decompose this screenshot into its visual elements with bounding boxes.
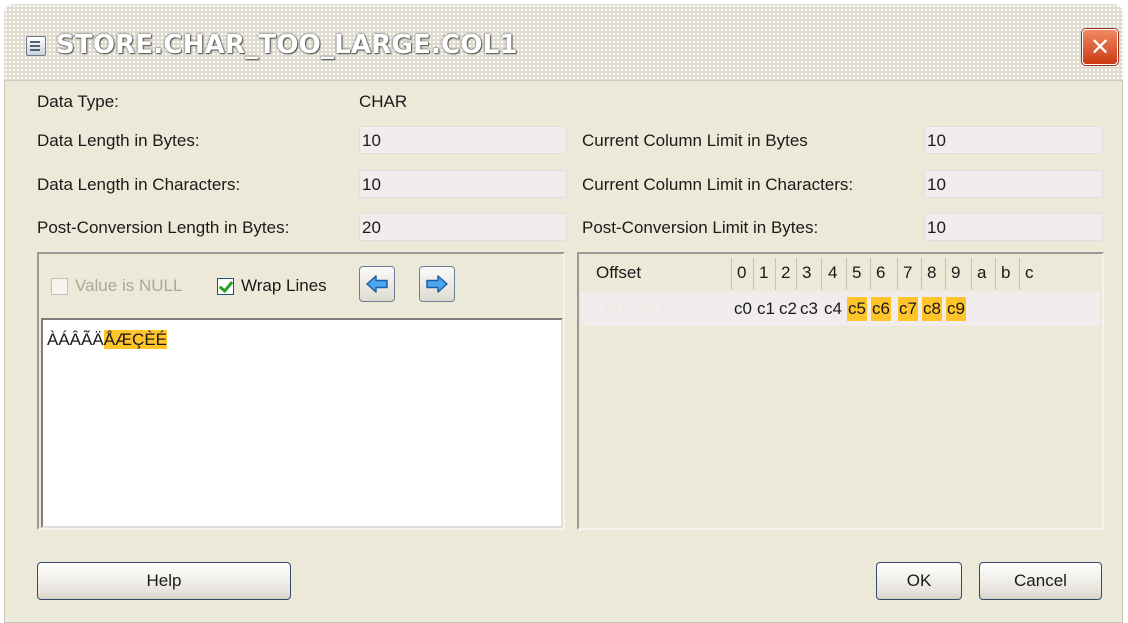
previous-button[interactable] xyxy=(359,266,395,302)
dialog-window: STORE.CHAR_TOO_LARGE.COL1 ✕ Data Type: C… xyxy=(4,4,1123,623)
hex-byte-highlighted: c6 xyxy=(871,297,891,321)
hex-column-header: 7 xyxy=(903,263,913,282)
data-type-label: Data Type: xyxy=(37,92,119,111)
hex-grid[interactable]: Offset 0 1 2 3 4 5 6 7 8 9 a b c 0000000… xyxy=(581,256,1100,526)
hex-column-header: 2 xyxy=(781,263,791,282)
data-type-value: CHAR xyxy=(359,92,408,111)
wrap-lines-checkbox[interactable] xyxy=(217,277,234,295)
hex-column-header: a xyxy=(977,263,987,282)
hex-column-header: c xyxy=(1025,263,1034,282)
hex-column-divider xyxy=(821,258,822,290)
post-conversion-limit-label: Post-Conversion Limit in Bytes: xyxy=(582,218,819,237)
ok-button[interactable]: OK xyxy=(876,562,962,600)
hex-column-header: 0 xyxy=(737,263,747,282)
checkmark-icon xyxy=(218,277,234,294)
hex-row[interactable]: 00000000 c0 c1 c2 c3 c4 c5 c6 c7 c8 c9 xyxy=(581,292,1100,326)
hex-column-divider xyxy=(897,258,898,290)
value-text-area[interactable]: ÀÁÂÃÄÅÆÇÈÉ xyxy=(41,318,563,528)
hex-column-header: 8 xyxy=(927,263,937,282)
hex-offset-header: Offset xyxy=(596,263,642,282)
next-button[interactable] xyxy=(419,266,455,302)
hex-byte-highlighted: c8 xyxy=(922,297,942,321)
hex-byte: c4 xyxy=(824,299,842,318)
cancel-button[interactable]: Cancel xyxy=(979,562,1102,600)
hex-column-divider xyxy=(870,258,871,290)
post-conversion-length-field: 20 xyxy=(359,213,567,241)
hex-column-divider xyxy=(775,258,776,290)
hex-column-header: 1 xyxy=(759,263,769,282)
hex-column-divider xyxy=(921,258,922,290)
data-length-bytes-field: 10 xyxy=(359,126,567,154)
hex-column-divider xyxy=(995,258,996,290)
arrow-right-icon xyxy=(426,275,448,293)
close-button[interactable]: ✕ xyxy=(1082,29,1118,65)
data-length-chars-field: 10 xyxy=(359,170,567,198)
hex-column-header: 5 xyxy=(852,263,862,282)
hex-column-divider xyxy=(731,258,732,290)
hex-column-header: 3 xyxy=(802,263,812,282)
hex-byte-highlighted: c9 xyxy=(946,297,966,321)
hex-column-header: 6 xyxy=(876,263,886,282)
column-limit-bytes-field: 10 xyxy=(924,126,1103,154)
hex-column-divider xyxy=(753,258,754,290)
hex-column-header: 9 xyxy=(951,263,961,282)
hex-column-divider xyxy=(1019,258,1020,290)
data-length-chars-label: Data Length in Characters: xyxy=(37,175,241,194)
hex-byte: c1 xyxy=(757,299,775,318)
text-value-panel: Value is NULL Wrap Lines ÀÁÂÃÄÅÆÇÈÉ xyxy=(37,252,565,530)
post-conversion-length-label: Post-Conversion Length in Bytes: xyxy=(37,218,290,237)
hex-byte: c3 xyxy=(800,299,818,318)
post-conversion-limit-field: 10 xyxy=(924,213,1103,241)
hex-column-divider xyxy=(971,258,972,290)
value-is-null-checkbox[interactable] xyxy=(51,278,68,295)
hex-column-divider xyxy=(796,258,797,290)
data-length-bytes-label: Data Length in Bytes: xyxy=(37,131,200,150)
help-button[interactable]: Help xyxy=(37,562,291,600)
hex-byte-highlighted: c7 xyxy=(898,297,918,321)
value-text-normal: ÀÁÂÃÄ xyxy=(47,330,104,349)
hex-column-divider xyxy=(945,258,946,290)
dialog-title: STORE.CHAR_TOO_LARGE.COL1 xyxy=(56,30,518,60)
hex-byte: c2 xyxy=(779,299,797,318)
value-text: ÀÁÂÃÄÅÆÇÈÉ xyxy=(47,330,167,350)
column-limit-chars-label: Current Column Limit in Characters: xyxy=(582,175,854,194)
wrap-lines-label: Wrap Lines xyxy=(241,276,327,295)
arrow-left-icon xyxy=(366,275,388,293)
hex-byte: c0 xyxy=(734,299,752,318)
column-limit-chars-field: 10 xyxy=(924,170,1103,198)
column-limit-bytes-label: Current Column Limit in Bytes xyxy=(582,131,808,150)
value-text-highlighted: ÅÆÇÈÉ xyxy=(103,330,167,349)
hex-view-panel: Offset 0 1 2 3 4 5 6 7 8 9 a b c 0000000… xyxy=(577,252,1104,530)
hex-byte-highlighted: c5 xyxy=(847,297,867,321)
hex-row-offset: 00000000 xyxy=(596,299,672,318)
value-is-null-label: Value is NULL xyxy=(75,276,183,295)
hex-column-header: 4 xyxy=(828,263,838,282)
table-column-icon xyxy=(26,36,46,56)
hex-column-header: b xyxy=(1001,263,1011,282)
hex-column-divider xyxy=(846,258,847,290)
title-bar[interactable]: STORE.CHAR_TOO_LARGE.COL1 ✕ xyxy=(4,4,1123,81)
